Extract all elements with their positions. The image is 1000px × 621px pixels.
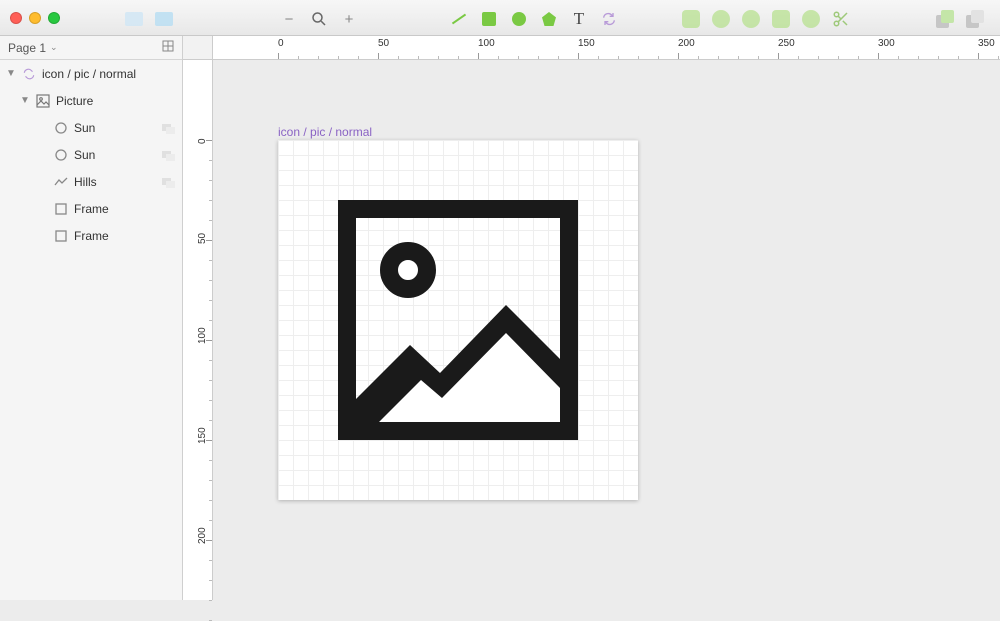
rectangle-tool-button[interactable] — [478, 8, 500, 30]
arrange-tools — [934, 8, 986, 30]
circle-icon — [512, 12, 526, 26]
refresh-icon — [712, 10, 730, 28]
toolbar-layer-buttons — [123, 8, 175, 30]
backward-button[interactable] — [964, 8, 986, 30]
layer-list: ▼ icon / pic / normal ▼ Picture Sun Sun — [0, 60, 182, 600]
page-selector[interactable]: Page 1 ⌄ — [0, 36, 182, 60]
path-shape-icon — [54, 175, 68, 189]
layer-row-item[interactable]: Frame — [0, 222, 182, 249]
chevron-down-icon: ⌄ — [50, 42, 58, 53]
disclosure-triangle-icon[interactable]: ▼ — [20, 95, 30, 106]
oval-tool-button[interactable] — [508, 8, 530, 30]
mask-button[interactable] — [770, 8, 792, 30]
layer-row-item[interactable]: Sun — [0, 114, 182, 141]
layer-label: icon / pic / normal — [42, 67, 176, 81]
polygon-tool-button[interactable] — [538, 8, 560, 30]
rotate-icon — [682, 10, 700, 28]
shape-tools: T — [448, 8, 620, 30]
horizontal-ruler[interactable]: 050100150200250300350 — [213, 36, 1000, 60]
oval-shape-icon — [54, 148, 68, 162]
scissors-icon — [832, 10, 850, 28]
line-icon — [452, 14, 466, 25]
sun-shape[interactable] — [380, 242, 436, 298]
window-controls — [10, 12, 60, 24]
transform-button[interactable] — [740, 8, 762, 30]
link-icon — [162, 150, 176, 160]
grid-toggle-icon[interactable] — [162, 40, 174, 55]
hills-shape[interactable] — [356, 295, 560, 422]
mask-icon — [772, 10, 790, 28]
fullscreen-icon[interactable] — [48, 12, 60, 24]
bring-forward-icon — [936, 10, 954, 28]
pentagon-icon — [542, 12, 556, 26]
artboard-tool-button[interactable] — [123, 8, 145, 30]
scissors-button[interactable] — [830, 8, 852, 30]
sync-icon — [601, 11, 617, 27]
workarea: Page 1 ⌄ ▼ icon / pic / normal ▼ Picture… — [0, 36, 1000, 600]
link-icon — [162, 123, 176, 133]
layer-row-item[interactable]: Hills — [0, 168, 182, 195]
image-icon — [36, 94, 50, 108]
action-tools — [680, 8, 852, 30]
canvas-viewport[interactable]: icon / pic / normal — [213, 60, 1000, 600]
picture-symbol[interactable] — [338, 200, 578, 440]
layers-sidebar: Page 1 ⌄ ▼ icon / pic / normal ▼ Picture… — [0, 36, 183, 600]
square-icon — [482, 12, 496, 26]
layer-label: Sun — [74, 121, 156, 135]
zoom-in-button[interactable]: + — [338, 8, 360, 30]
symbol-icon — [22, 67, 36, 81]
rect-shape-icon — [54, 229, 68, 243]
vertical-ruler[interactable]: 050100150200 — [183, 60, 213, 600]
scale-icon — [802, 10, 820, 28]
link-icon — [162, 177, 176, 187]
oval-shape-icon — [54, 121, 68, 135]
zoom-icon[interactable] — [308, 8, 330, 30]
line-tool-button[interactable] — [448, 8, 470, 30]
layer-label: Frame — [74, 229, 176, 243]
minimize-icon[interactable] — [29, 12, 41, 24]
text-tool-button[interactable]: T — [568, 8, 590, 30]
layer-label: Picture — [56, 94, 176, 108]
ruler-origin[interactable] — [183, 36, 213, 60]
send-backward-icon — [966, 10, 984, 28]
artboard[interactable] — [278, 140, 638, 500]
layer-label: Frame — [74, 202, 176, 216]
rotate-button[interactable] — [680, 8, 702, 30]
rect-shape-icon — [54, 202, 68, 216]
disclosure-triangle-icon[interactable]: ▼ — [6, 68, 16, 79]
artboard-title[interactable]: icon / pic / normal — [278, 125, 372, 139]
zoom-out-button[interactable]: − — [278, 8, 300, 30]
layer-row-item[interactable]: Frame — [0, 195, 182, 222]
layer-label: Hills — [74, 175, 156, 189]
text-icon: T — [574, 9, 584, 29]
page-label: Page 1 — [8, 41, 46, 55]
zoom-controls: − + — [278, 8, 360, 30]
slice-tool-button[interactable] — [153, 8, 175, 30]
close-icon[interactable] — [10, 12, 22, 24]
layer-row-item[interactable]: Sun — [0, 141, 182, 168]
scale-button[interactable] — [800, 8, 822, 30]
layer-row-root[interactable]: ▼ icon / pic / normal — [0, 60, 182, 87]
pill-icon — [742, 10, 760, 28]
canvas-area: 050100150200250300350 050100150200 icon … — [183, 36, 1000, 600]
layer-label: Sun — [74, 148, 156, 162]
app-toolbar: − + T — [0, 0, 1000, 36]
refresh-button[interactable] — [710, 8, 732, 30]
forward-button[interactable] — [934, 8, 956, 30]
layer-row-group[interactable]: ▼ Picture — [0, 87, 182, 114]
symbol-tool-button[interactable] — [598, 8, 620, 30]
